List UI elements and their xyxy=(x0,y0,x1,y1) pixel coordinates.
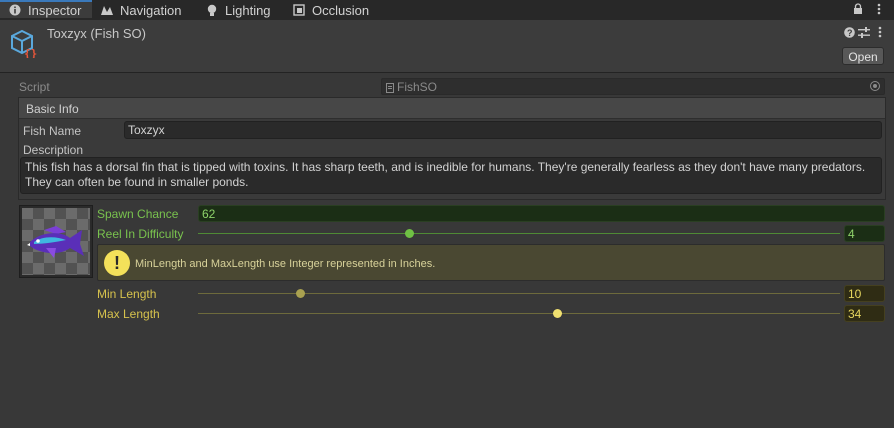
divider xyxy=(0,72,894,73)
max-length-slider-thumb[interactable] xyxy=(553,309,563,318)
max-length-input[interactable]: 34 xyxy=(844,305,885,322)
object-picker-icon[interactable] xyxy=(870,81,880,91)
basic-info-title: Basic Info xyxy=(26,102,79,116)
min-length-input[interactable]: 10 xyxy=(844,285,885,302)
reel-difficulty-slider-thumb[interactable] xyxy=(405,229,415,238)
script-label: Script xyxy=(19,80,50,94)
script-field: FishSO xyxy=(381,78,885,95)
kebab-menu-icon[interactable] xyxy=(872,2,886,16)
min-length-slider-thumb[interactable] xyxy=(296,289,306,298)
lightbulb-icon xyxy=(205,3,219,17)
spawn-chance-label: Spawn Chance xyxy=(97,207,179,221)
help-text: MinLength and MaxLength use Integer repr… xyxy=(135,258,436,270)
tab-bar: Inspector Navigation Lighting Occlusion xyxy=(0,0,894,20)
min-length-slider-track[interactable] xyxy=(198,293,840,294)
description-label: Description xyxy=(23,143,84,157)
basic-info-header[interactable]: Basic Info xyxy=(19,98,885,119)
svg-text:?: ? xyxy=(847,28,853,38)
scriptable-object-icon: {} xyxy=(9,28,39,60)
tab-inspector[interactable]: Inspector xyxy=(0,0,92,18)
tab-navigation[interactable]: Navigation xyxy=(100,0,181,20)
tab-occlusion[interactable]: Occlusion xyxy=(292,0,369,20)
info-icon xyxy=(8,3,22,17)
reel-difficulty-slider-track[interactable] xyxy=(198,233,840,234)
max-length-slider-track[interactable] xyxy=(198,313,840,314)
warning-icon: ! xyxy=(104,250,130,276)
presets-icon[interactable] xyxy=(858,25,870,39)
spawn-chance-input[interactable]: 62 xyxy=(198,205,885,222)
tab-label: Navigation xyxy=(120,2,182,18)
help-icon[interactable]: ? xyxy=(843,25,855,39)
component-menu-icon[interactable] xyxy=(874,25,886,39)
tab-label: Occlusion xyxy=(312,2,370,18)
min-length-label: Min Length xyxy=(97,287,157,301)
fish-preview xyxy=(19,205,93,278)
script-file-icon xyxy=(386,82,394,93)
lock-icon[interactable] xyxy=(851,2,865,16)
fish-name-input[interactable]: Toxzyx xyxy=(124,121,882,139)
navigation-icon xyxy=(100,3,114,17)
inspector-header: {} Toxzyx (Fish SO) ? Open xyxy=(0,20,894,72)
fish-icon xyxy=(27,226,84,258)
svg-text:{}: {} xyxy=(24,47,37,58)
max-length-label: Max Length xyxy=(97,307,160,321)
occlusion-icon xyxy=(292,3,306,17)
fish-name-label: Fish Name xyxy=(23,124,82,138)
object-title: Toxzyx (Fish SO) xyxy=(47,26,146,41)
tab-label: Inspector xyxy=(28,2,82,18)
reel-difficulty-input[interactable]: 4 xyxy=(844,225,885,242)
tab-label: Lighting xyxy=(225,2,271,18)
tab-lighting[interactable]: Lighting xyxy=(205,0,271,20)
reel-difficulty-label: Reel In Difficulty xyxy=(97,227,184,241)
open-button[interactable]: Open xyxy=(842,47,884,65)
script-value: FishSO xyxy=(397,80,438,94)
description-textarea[interactable]: This fish has a dorsal fin that is tippe… xyxy=(20,157,882,194)
help-box: ! MinLength and MaxLength use Integer re… xyxy=(97,244,885,281)
